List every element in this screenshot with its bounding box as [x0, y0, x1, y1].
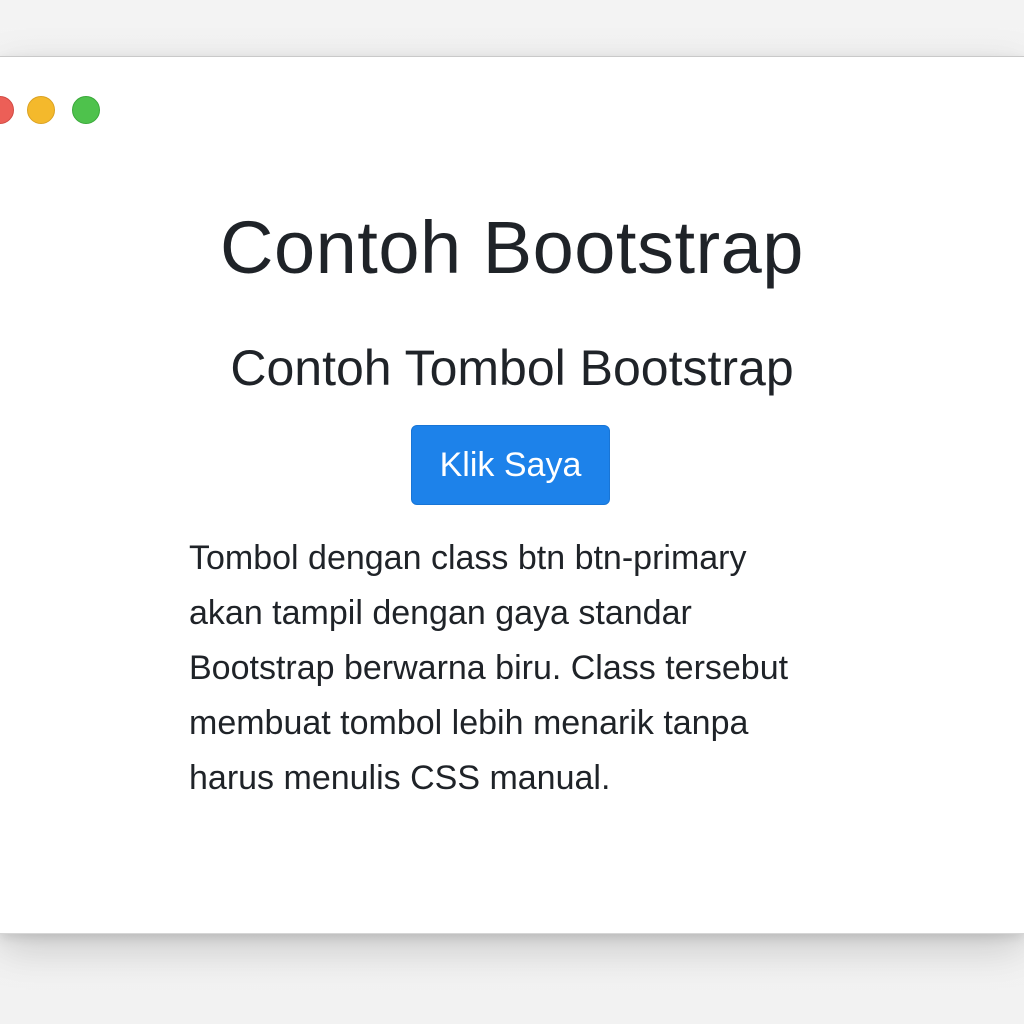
description-line: harus menulis CSS manual. [189, 759, 611, 797]
description-paragraph: Tombol dengan class btn btn-primary akan… [189, 531, 849, 806]
page-title: Contoh Bootstrap [220, 206, 804, 289]
description-line: membuat tombol lebih menarik tanpa [189, 704, 749, 742]
page-subtitle: Contoh Tombol Bootstrap [230, 340, 794, 396]
description-line: akan tampil dengan gaya standar [189, 594, 692, 632]
page-content: Contoh Bootstrap Contoh Tombol Bootstrap… [0, 57, 1024, 933]
description-line: Bootstrap berwarna biru. Class tersebut [189, 649, 789, 687]
browser-window: Contoh Bootstrap Contoh Tombol Bootstrap… [0, 56, 1024, 934]
klik-saya-button[interactable]: Klik Saya [411, 425, 610, 505]
description-line: Tombol dengan class btn btn-primary [189, 539, 747, 577]
